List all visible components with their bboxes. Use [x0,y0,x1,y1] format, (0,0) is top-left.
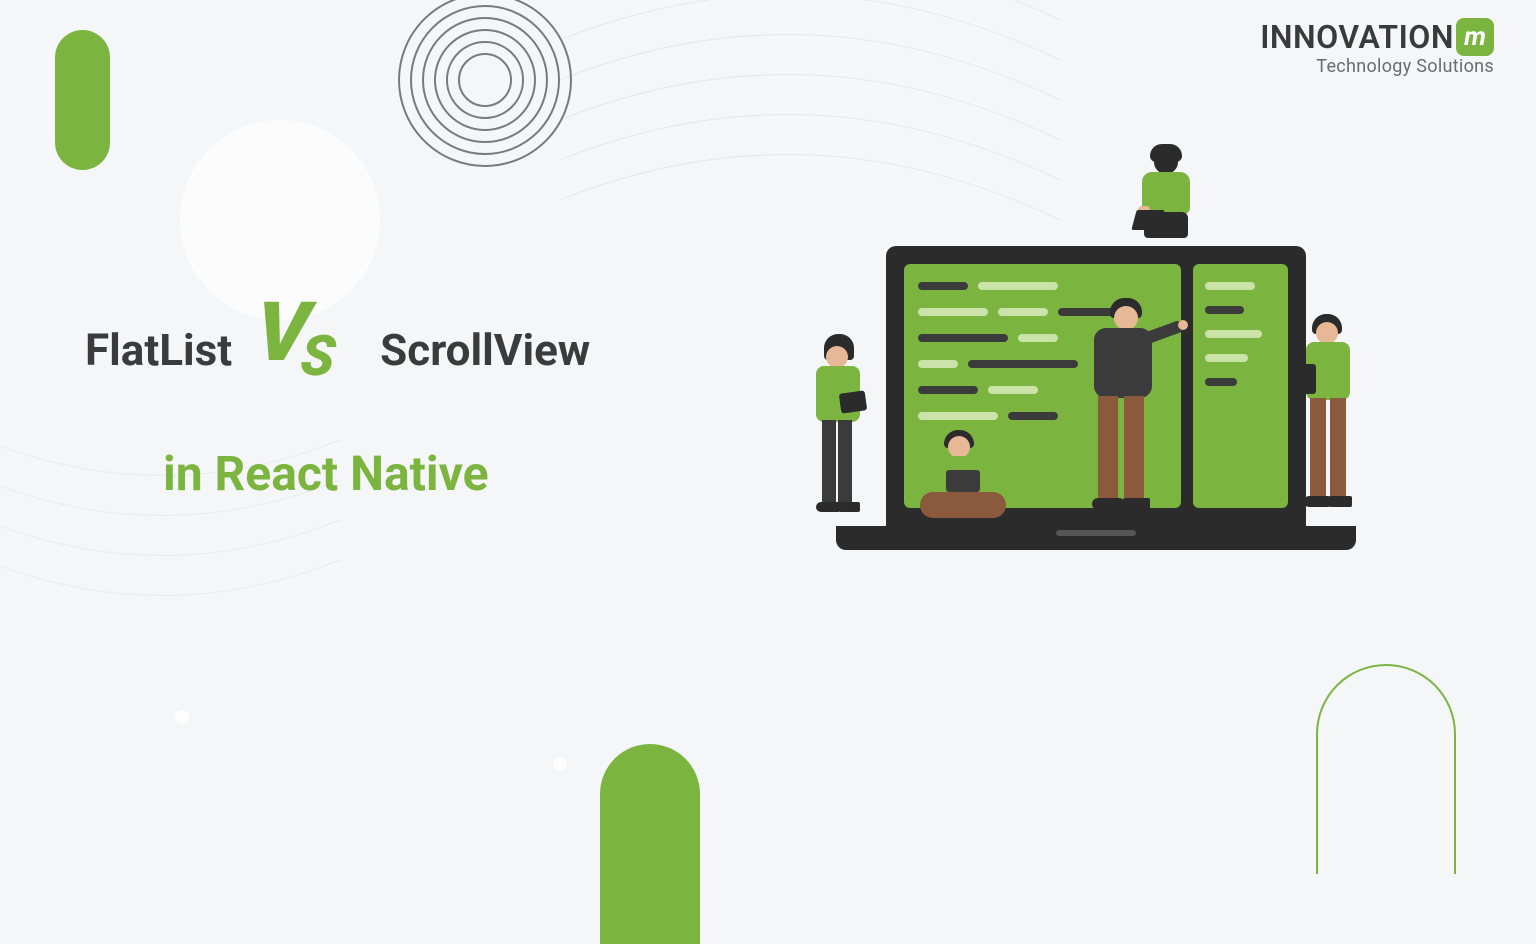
code-panel-right [1193,264,1288,508]
decor-arch [1316,664,1456,874]
vs-icon: V S [256,310,356,390]
person-sitting-top-icon [1126,160,1206,270]
title-subtitle: in React Native [163,445,590,502]
person-clipboard-icon [1296,320,1366,530]
person-sitting-floor-icon [916,440,1016,540]
title-block: FlatList V S ScrollView in React Native [85,310,590,502]
illustration [816,190,1376,570]
person-pointing-icon [1066,310,1176,530]
title-flatlist: FlatList [85,324,232,376]
concentric-rings-icon [395,0,575,170]
person-standing-left-icon [806,340,876,530]
dot-icon [175,710,189,724]
decor-pill-top [55,30,110,170]
brand-name: INNOVATION [1260,18,1454,56]
brand-logo: INNOVATION m Technology Solutions [1260,18,1494,77]
brand-badge-icon: m [1456,18,1494,56]
title-scrollview: ScrollView [380,324,590,376]
brand-tagline: Technology Solutions [1316,56,1494,77]
decor-pill-bottom [600,744,700,944]
dot-icon [553,757,567,771]
